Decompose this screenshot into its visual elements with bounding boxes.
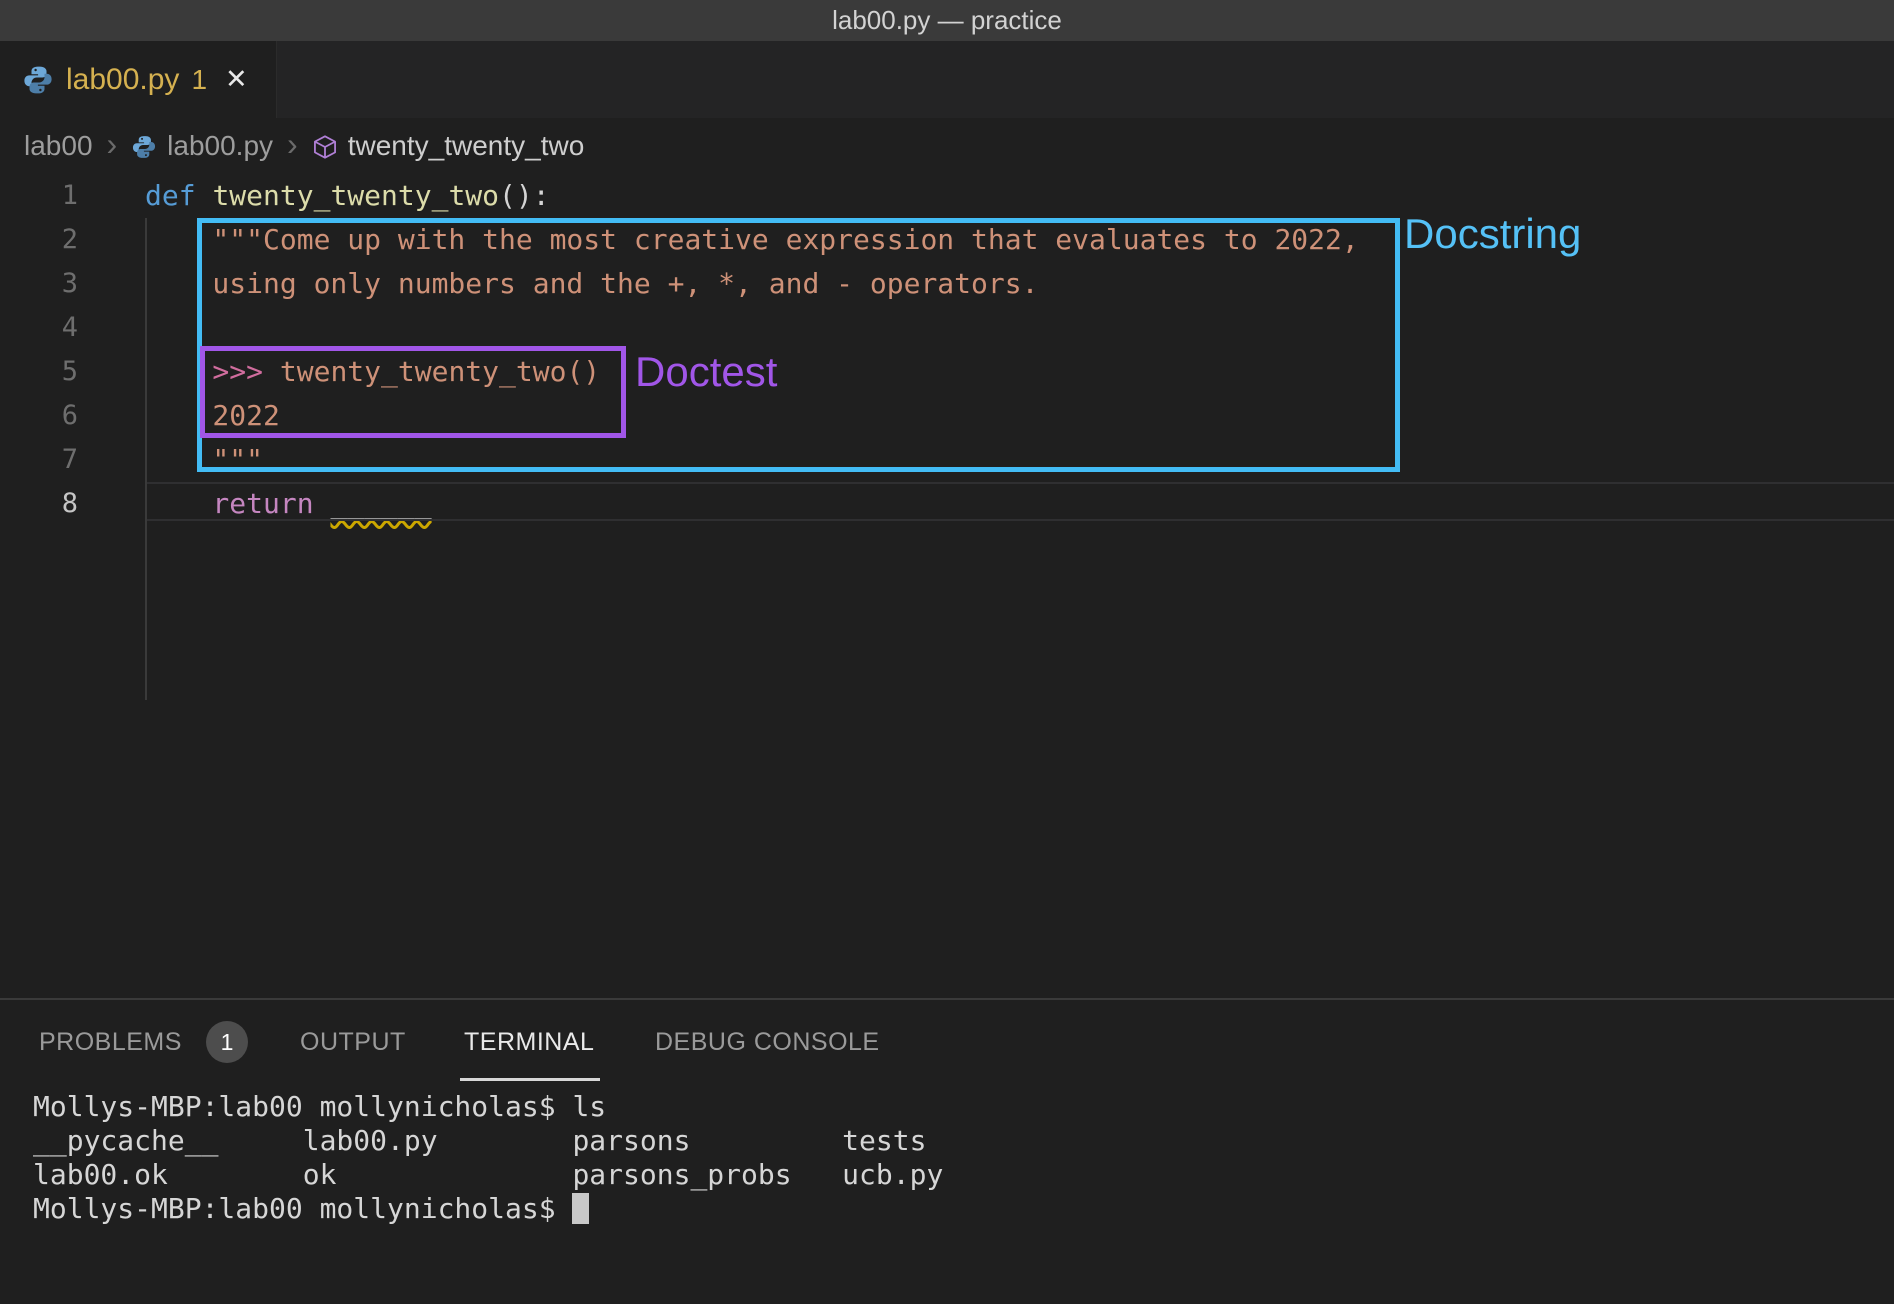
chevron-right-icon: ›	[287, 128, 298, 164]
indent-guide	[145, 218, 147, 700]
function-name: twenty_twenty_two	[212, 179, 499, 212]
line-number: 6	[0, 394, 110, 438]
breadcrumb-file[interactable]: lab00.py	[131, 130, 273, 162]
terminal-line: __pycache__ lab00.py parsons tests	[33, 1124, 926, 1157]
editor-tab-strip: lab00.py 1 ✕	[0, 41, 1894, 118]
blank-placeholder-warning: ______	[330, 487, 431, 520]
tab-problems-count: 1	[191, 64, 207, 96]
current-line-border	[146, 482, 1894, 484]
line-number: 5	[0, 350, 110, 394]
active-tab-underline	[460, 1078, 600, 1081]
cube-icon	[312, 134, 338, 160]
window-title: lab00.py — practice	[832, 5, 1062, 36]
python-icon	[131, 134, 157, 160]
breadcrumb: lab00 › lab00.py › twenty_twenty_two	[0, 118, 1894, 174]
doctest-highlight-box	[200, 346, 626, 438]
title-bar: lab00.py — practice	[0, 0, 1894, 42]
keyword-return: return	[145, 487, 330, 520]
current-line-border	[146, 519, 1894, 521]
code-line-1[interactable]: 1 def twenty_twenty_two():	[0, 174, 1894, 218]
tab-debug-console[interactable]: DEBUG CONSOLE	[655, 1022, 880, 1062]
problems-count-badge[interactable]: 1	[206, 1021, 248, 1063]
code-editor[interactable]: 1 def twenty_twenty_two(): 2 """Come up …	[0, 174, 1894, 998]
python-icon	[22, 64, 54, 96]
terminal-output[interactable]: Mollys-MBP:lab00 mollynicholas$ ls __pyc…	[33, 1090, 943, 1226]
tab-problems[interactable]: PROBLEMS	[39, 1022, 182, 1062]
terminal-prompt: Mollys-MBP:lab00 mollynicholas$	[33, 1192, 572, 1225]
breadcrumb-folder[interactable]: lab00	[24, 130, 93, 162]
bottom-panel: PROBLEMS 1 OUTPUT TERMINAL DEBUG CONSOLE…	[0, 998, 1894, 1304]
vscode-window: lab00.py — practice lab00.py 1 ✕ lab00 ›…	[0, 0, 1894, 1304]
terminal-line: lab00.ok ok parsons_probs ucb.py	[33, 1158, 943, 1191]
breadcrumb-symbol-label: twenty_twenty_two	[348, 130, 585, 162]
terminal-line: Mollys-MBP:lab00 mollynicholas$ ls	[33, 1090, 606, 1123]
tab-output[interactable]: OUTPUT	[300, 1022, 406, 1062]
line-number: 4	[0, 306, 110, 350]
tab-lab00py[interactable]: lab00.py 1 ✕	[0, 41, 277, 118]
line-number: 1	[0, 174, 110, 218]
chevron-right-icon: ›	[107, 128, 118, 164]
line-number: 8	[0, 482, 110, 526]
close-icon[interactable]: ✕	[225, 66, 248, 93]
punctuation: ():	[499, 179, 550, 212]
tab-label: lab00.py	[66, 63, 179, 97]
line-number: 3	[0, 262, 110, 306]
keyword-def: def	[145, 179, 212, 212]
terminal-cursor	[572, 1193, 589, 1224]
doctest-annotation-label: Doctest	[635, 348, 777, 396]
breadcrumb-file-label: lab00.py	[167, 130, 273, 162]
line-number: 7	[0, 438, 110, 482]
line-number: 2	[0, 218, 110, 262]
docstring-annotation-label: Docstring	[1404, 210, 1581, 258]
breadcrumb-symbol[interactable]: twenty_twenty_two	[312, 130, 585, 162]
tab-terminal[interactable]: TERMINAL	[464, 1022, 594, 1062]
